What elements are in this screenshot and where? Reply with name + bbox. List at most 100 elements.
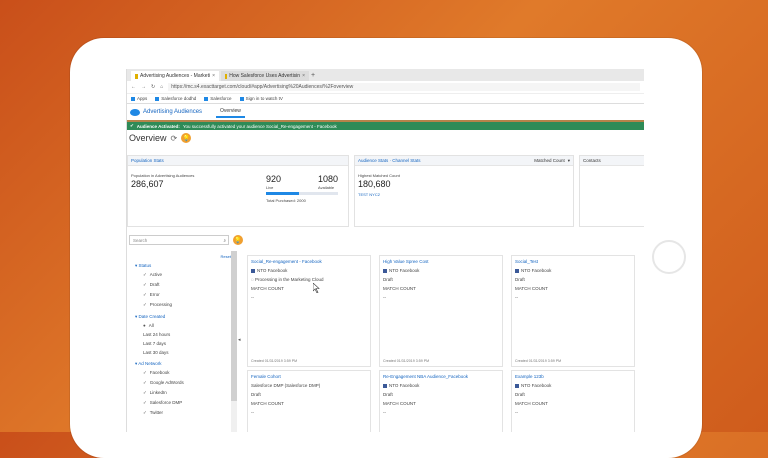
check-icon: ✓ — [143, 390, 147, 395]
audience-card[interactable]: Female Cohort Salesforce DMP (Salesforce… — [247, 370, 371, 432]
filter-option[interactable]: Last 30 days — [143, 350, 235, 355]
metric-dropdown[interactable]: Matched Count — [534, 158, 565, 163]
filter-group-label: Ad Network — [138, 361, 162, 366]
forward-icon[interactable]: → — [141, 84, 146, 90]
card-count: -- — [251, 410, 254, 415]
close-icon[interactable]: × — [212, 73, 215, 79]
filter-option[interactable]: ● All — [143, 323, 235, 328]
page-title: Overview — [129, 133, 167, 143]
card-title[interactable]: Example 123b — [515, 374, 634, 379]
mouse-cursor-icon — [313, 283, 320, 293]
card-title[interactable]: High Value Spree Cost — [383, 259, 502, 264]
filter-option[interactable]: ✓ Active — [143, 272, 235, 278]
search-icon[interactable]: ⌕ — [223, 238, 226, 243]
card-title[interactable]: Female Cohort — [251, 374, 370, 379]
bookmark-item[interactable]: Apps — [131, 96, 147, 101]
purchase-progress-bar — [266, 192, 338, 195]
audience-card[interactable]: Social_Test NTO Facebook Draft MATCH COU… — [511, 255, 635, 367]
available-value: 1080 — [318, 174, 339, 184]
audience-link[interactable]: TEST NYC2 — [358, 192, 380, 197]
filter-option[interactable]: ✓ Twitter — [143, 410, 235, 416]
card-network: NTO Facebook — [515, 268, 634, 273]
browser-tab-bar: Advertising Audiences - Marketi × How Sa… — [127, 69, 644, 81]
filter-group-label: Status — [138, 263, 152, 268]
reset-link[interactable]: Reset — [221, 254, 231, 259]
lightbulb-icon[interactable]: 💡 — [233, 235, 243, 245]
browser-tab[interactable]: Advertising Audiences - Marketi × — [131, 71, 219, 81]
audience-card[interactable]: Re-Engagement NBA Audience_Facebook NTO … — [379, 370, 503, 432]
audience-panel: Audience Stats · Channel Stats Matched C… — [354, 155, 574, 227]
filter-option[interactable]: ✓ Draft — [143, 282, 235, 288]
audience-card[interactable]: Example 123b NTO Facebook Draft MATCH CO… — [511, 370, 635, 432]
refresh-icon[interactable]: ⟳ — [171, 134, 178, 143]
back-icon[interactable]: ← — [131, 84, 136, 90]
filter-option[interactable]: ✓ Processing — [143, 302, 235, 308]
card-count: -- — [515, 295, 518, 300]
close-icon[interactable]: × — [302, 73, 305, 79]
card-title[interactable]: Social_Re-engagement - Facebook — [251, 259, 370, 264]
card-network-label: NTO Facebook — [389, 268, 420, 273]
filter-label: Last 7 days — [143, 341, 167, 346]
check-icon: ✓ — [143, 410, 147, 415]
filter-label: Processing — [149, 302, 173, 307]
browser-tab[interactable]: How Salesforce Uses Advertisin × — [221, 71, 309, 81]
collapse-arrow-icon[interactable]: ◂ — [238, 337, 241, 343]
filter-option[interactable]: ✓ Facebook — [143, 370, 235, 376]
card-network: NTO Facebook — [515, 383, 634, 388]
check-icon: ✓ — [143, 272, 147, 277]
audience-card[interactable]: Social_Re-engagement - Facebook NTO Face… — [247, 255, 371, 367]
facebook-icon — [383, 268, 387, 273]
facebook-icon — [383, 383, 387, 388]
panel-header: Contacts — [580, 156, 644, 166]
cloud-logo-icon — [130, 108, 140, 116]
card-title[interactable]: Re-Engagement NBA Audience_Facebook — [383, 374, 502, 379]
new-tab-button[interactable]: + — [311, 71, 315, 81]
bookmark-item[interactable]: Salesforce — [204, 96, 231, 101]
card-status: Draft — [515, 392, 525, 397]
filter-scrollbar[interactable] — [231, 251, 237, 432]
panel-header: Audience Stats · Channel Stats Matched C… — [355, 156, 573, 166]
filter-option[interactable]: ✓ Google AdWords — [143, 380, 235, 386]
filter-label: Facebook — [149, 370, 170, 375]
app-header: Advertising Audiences Overview — [127, 104, 644, 122]
filter-sidebar: Reset ▾ Status ✓ Active ✓ Draft ✓ Error ✓ Pr… — [127, 251, 235, 432]
card-created: Created 01/31/2019 3:59 PM — [251, 359, 298, 363]
app-name[interactable]: Advertising Audiences — [143, 109, 202, 115]
filter-option[interactable]: Last 7 days — [143, 341, 235, 346]
card-count-label: MATCH COUNT — [383, 286, 416, 291]
filter-option[interactable]: ✓ LinkedIn — [143, 390, 235, 396]
home-icon[interactable]: ⌂ — [160, 84, 163, 90]
bookmark-item[interactable]: Salesforce dodhd — [155, 96, 196, 101]
bookmark-item[interactable]: Sign in to watch tV — [240, 96, 283, 101]
filter-group-title[interactable]: ▾ Date Created — [135, 314, 235, 320]
highest-count-label: Highest Matched Count — [358, 173, 400, 178]
card-count-label: MATCH COUNT — [383, 401, 416, 406]
audience-card[interactable]: High Value Spree Cost NTO Facebook Draft… — [379, 255, 503, 367]
check-icon: ✓ — [143, 292, 147, 297]
browser-tab-title: Advertising Audiences - Marketi — [140, 73, 211, 79]
chevron-down-icon[interactable]: ▾ — [568, 158, 570, 164]
filter-option[interactable]: ✓ Error — [143, 292, 235, 298]
card-title[interactable]: Social_Test — [515, 259, 634, 264]
lightbulb-icon[interactable]: 💡 — [181, 133, 192, 143]
progress-fill — [266, 192, 300, 195]
check-icon: ✓ — [143, 380, 147, 385]
card-count: -- — [383, 295, 386, 300]
filter-label: Draft — [149, 282, 160, 287]
search-input[interactable]: Search ⌕ — [129, 235, 229, 245]
live-value: 920 — [266, 174, 282, 184]
filter-option[interactable]: Last 24 hours — [143, 332, 235, 337]
panel-header-text[interactable]: Audience Stats · Channel Stats — [358, 158, 421, 163]
scrollbar-thumb[interactable] — [231, 251, 237, 401]
radio-icon: ● — [143, 323, 146, 328]
filter-group-title[interactable]: ▾ Ad Network — [135, 361, 235, 367]
filter-option[interactable]: ✓ Salesforce DMP — [143, 400, 235, 406]
facebook-icon — [515, 383, 519, 388]
card-count: -- — [251, 295, 254, 300]
filter-group-title[interactable]: ▾ Status — [135, 263, 235, 269]
card-network-label: NTO Facebook — [389, 383, 420, 388]
url-field[interactable]: https://mc.s4.exacttarget.com/cloud/#app… — [168, 83, 640, 91]
tab-overview[interactable]: Overview — [216, 106, 245, 118]
reload-icon[interactable]: ↻ — [151, 84, 155, 90]
search-placeholder: Search — [133, 237, 148, 243]
